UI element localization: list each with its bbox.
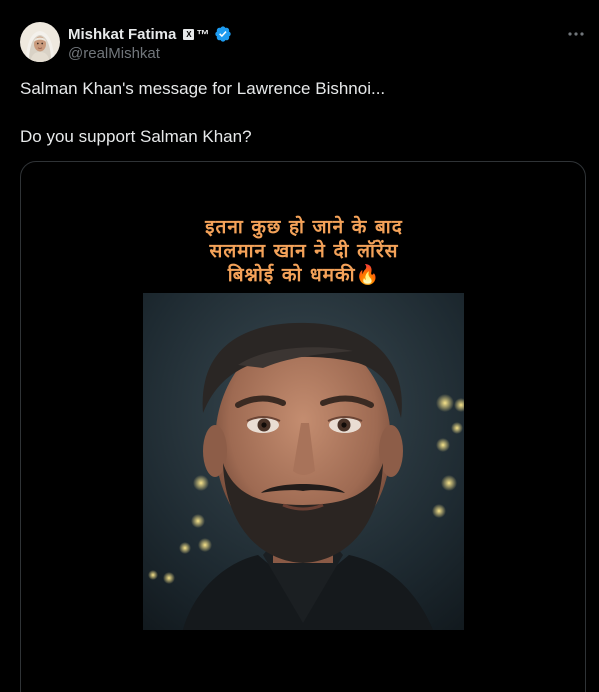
author-avatar[interactable]: [20, 22, 60, 62]
video-caption-line-3: बिश्नोई को धमकी: [227, 264, 356, 286]
author-handle[interactable]: @realMishkat: [68, 45, 160, 62]
video-frame-image: [143, 293, 464, 630]
tweet: Mishkat Fatima X ™ @realMishkat Salman K…: [0, 0, 599, 692]
video-caption-line-2: सलमान खान ने दी लॉरेंस: [209, 240, 399, 262]
author-name-row: Mishkat Fatima X ™: [68, 24, 232, 44]
video-thumbnail[interactable]: [143, 293, 464, 630]
tweet-text-line-2: Do you support Salman Khan?: [20, 127, 252, 146]
more-dots-icon: [568, 32, 584, 36]
verified-badge-icon[interactable]: [214, 25, 232, 43]
author-display-name[interactable]: Mishkat Fatima: [68, 26, 176, 43]
video-caption: इतना कुछ हो जाने के बाद सलमान खान ने दी …: [21, 215, 585, 287]
trademark-badge: ™: [196, 26, 210, 42]
video-caption-line-3-wrap: बिश्नोई को धमकी🔥: [21, 263, 585, 287]
x-badge-icon: X: [183, 28, 195, 40]
video-caption-line-1: इतना कुछ हो जाने के बाद: [205, 216, 403, 238]
more-options-button[interactable]: [566, 24, 586, 44]
hijab-avatar-icon: [20, 22, 60, 62]
tweet-text-line-1: Salman Khan's message for Lawrence Bishn…: [20, 79, 386, 98]
fire-emoji-icon: 🔥: [355, 264, 381, 286]
media-card[interactable]: इतना कुछ हो जाने के बाद सलमान खान ने दी …: [20, 161, 586, 692]
